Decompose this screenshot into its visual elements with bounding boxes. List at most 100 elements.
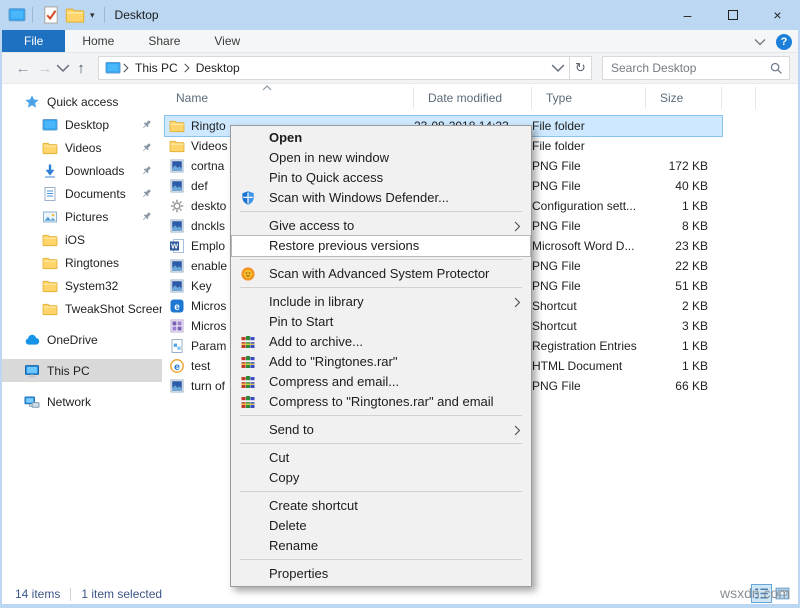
sidebar-item-downloads[interactable]: Downloads — [2, 159, 162, 182]
column-header-empty[interactable] — [722, 87, 756, 109]
tab-file[interactable]: File — [2, 30, 65, 52]
file-size-cell: 23 KB — [646, 239, 722, 253]
search-input[interactable] — [609, 60, 769, 76]
column-header-size[interactable]: Size — [646, 87, 722, 109]
tab-view[interactable]: View — [197, 30, 257, 52]
menu-item-pin-to-quick-access[interactable]: Pin to Quick access — [232, 168, 530, 188]
details-view-button[interactable] — [752, 585, 771, 602]
tab-share[interactable]: Share — [131, 30, 197, 52]
menu-item-give-access-to[interactable]: Give access to — [232, 216, 530, 236]
asp-icon — [240, 266, 256, 282]
window-icon[interactable] — [8, 6, 26, 24]
breadcrumb-this-pc[interactable]: This PC — [131, 61, 182, 75]
file-size-cell: 51 KB — [646, 279, 722, 293]
file-type-cell: Shortcut — [532, 319, 646, 333]
menu-item-pin-to-start[interactable]: Pin to Start — [232, 312, 530, 332]
menu-item-copy[interactable]: Copy — [232, 468, 530, 488]
word-icon: W — [169, 238, 185, 254]
menu-item-restore-previous-versions[interactable]: Restore previous versions — [232, 236, 530, 256]
menu-item-label: Compress and email... — [269, 374, 399, 389]
sidebar-item-label: OneDrive — [47, 333, 98, 347]
sidebar-item-label: Ringtones — [65, 256, 119, 270]
forward-button[interactable]: → — [34, 60, 56, 77]
sidebar-item-network[interactable]: Network — [2, 390, 162, 413]
search-box[interactable] — [602, 56, 790, 80]
computer-icon — [24, 363, 40, 379]
menu-item-scan-with-windows-defender[interactable]: Scan with Windows Defender... — [232, 188, 530, 208]
menu-item-send-to[interactable]: Send to — [232, 420, 530, 440]
sidebar-item-system32[interactable]: System32 — [2, 274, 162, 297]
pin-icon — [140, 187, 153, 200]
file-name: Emplo — [191, 239, 225, 253]
expand-ribbon-icon[interactable] — [754, 38, 766, 46]
sidebar-item-tweakshot-screen-c[interactable]: TweakShot Screen C — [2, 297, 162, 320]
sidebar-item-label: Network — [47, 395, 91, 409]
menu-item-properties[interactable]: Properties — [232, 564, 530, 584]
column-header-date-modified[interactable]: Date modified — [414, 87, 532, 109]
quick-access-toolbar-caret[interactable]: ▾ — [90, 10, 95, 21]
sidebar-item-desktop[interactable]: Desktop — [2, 113, 162, 136]
sidebar-item-pictures[interactable]: Pictures — [2, 205, 162, 228]
menu-item-label: Include in library — [269, 294, 364, 309]
quick-access-newfolder-button[interactable] — [65, 5, 85, 25]
file-name: Micros — [191, 319, 226, 333]
file-name: Key — [191, 279, 212, 293]
column-header-type[interactable]: Type — [532, 87, 646, 109]
menu-item-open[interactable]: Open — [232, 128, 530, 148]
menu-item-compress-to-ringtones-rar-and-email[interactable]: Compress to "Ringtones.rar" and email — [232, 392, 530, 412]
sidebar-item-quick-access[interactable]: Quick access — [2, 90, 162, 113]
minimize-button[interactable]: – — [665, 0, 710, 30]
back-button[interactable]: ← — [12, 60, 34, 77]
pin-icon — [140, 210, 153, 223]
menu-separator — [240, 415, 522, 416]
thumbnails-view-button[interactable] — [773, 585, 792, 602]
titlebar-divider — [104, 7, 105, 23]
sidebar-item-label: Downloads — [65, 164, 124, 178]
menu-item-open-in-new-window[interactable]: Open in new window — [232, 148, 530, 168]
png-icon — [169, 178, 185, 194]
file-name: turn of — [191, 379, 225, 393]
sidebar-item-documents[interactable]: Documents — [2, 182, 162, 205]
sidebar-item-this-pc[interactable]: This PC — [2, 359, 162, 382]
menu-item-rename[interactable]: Rename — [232, 536, 530, 556]
recent-locations-icon[interactable] — [56, 64, 70, 72]
png-icon — [169, 218, 185, 234]
close-button[interactable]: × — [755, 0, 800, 30]
help-button[interactable]: ? — [776, 34, 792, 50]
sidebar-item-onedrive[interactable]: OneDrive — [2, 328, 162, 351]
submenu-arrow-icon — [514, 221, 521, 232]
sort-ascending-icon — [262, 85, 272, 91]
file-size-cell: 1 KB — [646, 199, 722, 213]
breadcrumb-desktop[interactable]: Desktop — [192, 61, 244, 75]
winrar-icon — [240, 374, 256, 390]
address-box[interactable]: This PC Desktop — [98, 56, 570, 80]
tab-home[interactable]: Home — [65, 30, 131, 52]
file-name: deskto — [191, 199, 226, 213]
maximize-button[interactable] — [710, 0, 755, 30]
folder-icon — [169, 138, 185, 154]
file-size-cell: 8 KB — [646, 219, 722, 233]
menu-item-delete[interactable]: Delete — [232, 516, 530, 536]
sidebar-item-ringtones[interactable]: Ringtones — [2, 251, 162, 274]
refresh-button[interactable]: ↻ — [570, 56, 592, 80]
menu-item-label: Give access to — [269, 218, 354, 233]
menu-item-scan-with-advanced-system-protector[interactable]: Scan with Advanced System Protector — [232, 264, 530, 284]
menu-item-create-shortcut[interactable]: Create shortcut — [232, 496, 530, 516]
column-header-name[interactable]: Name — [162, 87, 414, 109]
sidebar-item-videos[interactable]: Videos — [2, 136, 162, 159]
quick-access-properties-button[interactable] — [41, 5, 61, 25]
menu-item-add-to-ringtones-rar[interactable]: Add to "Ringtones.rar" — [232, 352, 530, 372]
folder-icon — [42, 301, 58, 317]
menu-item-include-in-library[interactable]: Include in library — [232, 292, 530, 312]
menu-item-label: Open — [269, 130, 302, 145]
menu-item-compress-and-email[interactable]: Compress and email... — [232, 372, 530, 392]
menu-item-cut[interactable]: Cut — [232, 448, 530, 468]
folder-icon — [169, 118, 185, 134]
png-icon — [169, 158, 185, 174]
sidebar-item-ios[interactable]: iOS — [2, 228, 162, 251]
menu-item-label: Cut — [269, 450, 289, 465]
up-button[interactable]: ↑ — [70, 60, 92, 77]
address-dropdown-icon[interactable] — [551, 63, 565, 73]
menu-item-label: Properties — [269, 566, 328, 581]
menu-item-add-to-archive[interactable]: Add to archive... — [232, 332, 530, 352]
